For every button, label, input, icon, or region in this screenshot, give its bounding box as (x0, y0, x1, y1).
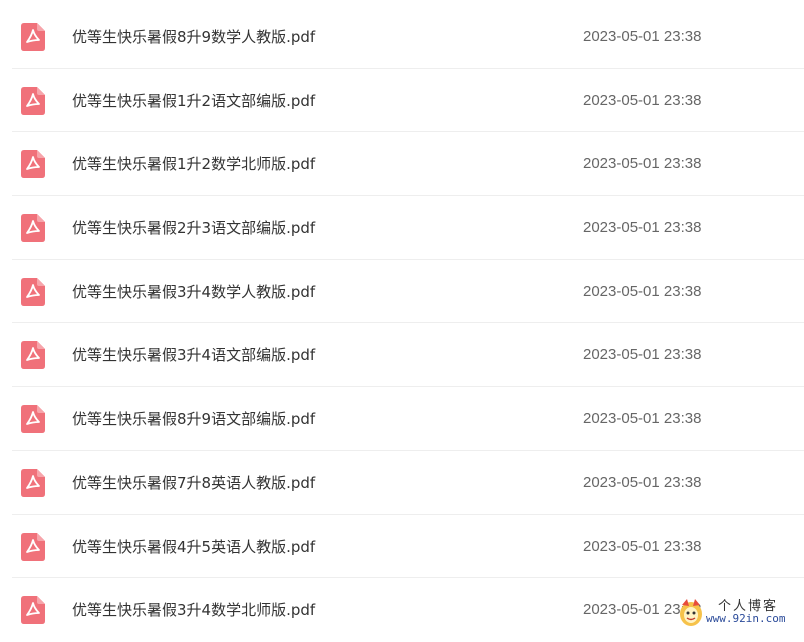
pdf-file-icon (21, 532, 45, 561)
pdf-file-icon (21, 150, 45, 179)
file-name[interactable]: 优等生快乐暑假4升5英语人教版.pdf (72, 537, 315, 557)
file-time: 2023-05-01 23:38 (583, 155, 702, 173)
file-name[interactable]: 优等生快乐暑假3升4数学北师版.pdf (72, 600, 315, 620)
pdf-file-icon (21, 214, 45, 243)
pdf-file-icon (21, 468, 45, 497)
file-time: 2023-05-01 23:38 (583, 537, 702, 555)
file-name[interactable]: 优等生快乐暑假3升4数学人教版.pdf (72, 282, 315, 302)
pdf-file-icon (21, 596, 45, 625)
file-time: 2023-05-01 23:38 (583, 28, 702, 45)
file-row[interactable]: 优等生快乐暑假2升3语文部编版.pdf 2023-05-01 23:38 (12, 196, 804, 260)
file-row[interactable]: 优等生快乐暑假8升9数学人教版.pdf 2023-05-01 23:38 (12, 5, 804, 69)
file-row[interactable]: 优等生快乐暑假1升2语文部编版.pdf 2023-05-01 23:38 (12, 69, 804, 133)
file-row[interactable]: 优等生快乐暑假8升9语文部编版.pdf 2023-05-01 23:38 (12, 387, 804, 451)
file-row[interactable]: 优等生快乐暑假3升4语文部编版.pdf 2023-05-01 23:38 (12, 323, 804, 388)
file-name[interactable]: 优等生快乐暑假2升3语文部编版.pdf (72, 218, 315, 238)
file-time: 2023-05-01 23:38 (583, 410, 702, 428)
file-name[interactable]: 优等生快乐暑假8升9数学人教版.pdf (72, 27, 315, 47)
watermark: 个人博客 www.92in.com (678, 595, 790, 629)
file-list: 优等生快乐暑假8升9数学人教版.pdf 2023-05-01 23:38 优等生… (0, 5, 804, 642)
pdf-file-icon (21, 277, 45, 306)
pdf-file-icon (21, 86, 45, 115)
file-row[interactable]: 优等生快乐暑假1升2数学北师版.pdf 2023-05-01 23:38 (12, 132, 804, 197)
file-row[interactable]: 优等生快乐暑假4升5英语人教版.pdf 2023-05-01 23:38 (12, 515, 804, 579)
file-time: 2023-05-01 23:38 (583, 473, 702, 491)
file-row[interactable]: 优等生快乐暑假7升8英语人教版.pdf 2023-05-01 23:38 (12, 451, 804, 515)
file-time: 2023-05-01 23:38 (583, 91, 702, 109)
file-row[interactable]: 优等生快乐暑假3升4数学人教版.pdf 2023-05-01 23:38 (12, 260, 804, 324)
file-time: 2023-05-01 23:38 (583, 346, 702, 364)
watermark-url: www.92in.com (706, 612, 786, 625)
file-name[interactable]: 优等生快乐暑假1升2数学北师版.pdf (72, 154, 315, 174)
file-time: 2023-05-01 23:38 (583, 282, 702, 300)
pdf-file-icon (21, 405, 45, 434)
pdf-file-icon (21, 23, 45, 51)
watermark-logo-icon (678, 597, 704, 627)
file-name[interactable]: 优等生快乐暑假3升4语文部编版.pdf (72, 345, 315, 365)
pdf-file-icon (21, 341, 45, 370)
file-name[interactable]: 优等生快乐暑假8升9语文部编版.pdf (72, 409, 315, 429)
file-time: 2023-05-01 23:38 (583, 219, 702, 237)
file-name[interactable]: 优等生快乐暑假7升8英语人教版.pdf (72, 473, 315, 493)
file-name[interactable]: 优等生快乐暑假1升2语文部编版.pdf (72, 91, 315, 111)
